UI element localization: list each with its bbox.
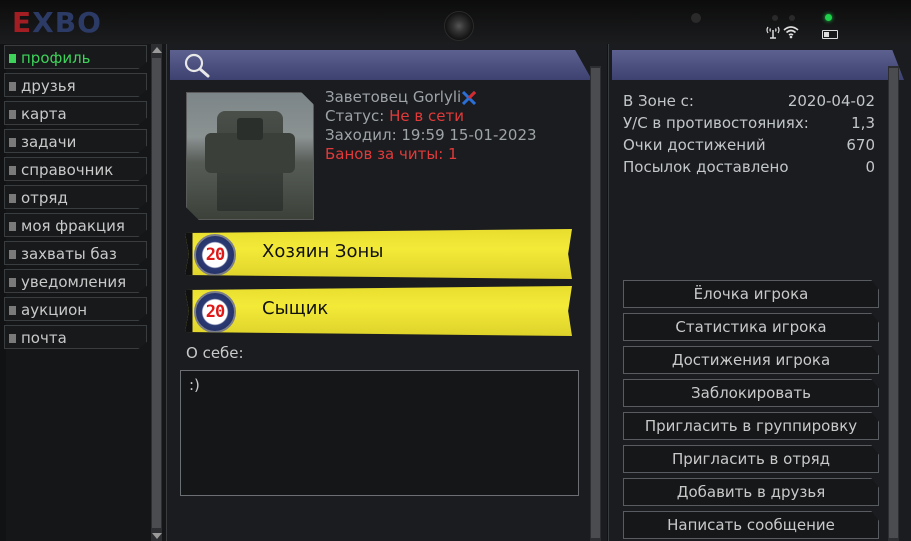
- stat-value: 0: [865, 158, 875, 176]
- bullet-icon: [9, 194, 16, 203]
- nav-item-profile[interactable]: профиль: [4, 45, 147, 69]
- bullet-icon: [9, 82, 16, 91]
- scroll-up-icon[interactable]: [152, 47, 162, 53]
- nav-item-mail[interactable]: почта: [4, 325, 147, 349]
- level-badge-icon: 20: [194, 234, 236, 276]
- nav-item-squad[interactable]: отряд: [4, 185, 147, 209]
- battery-icon: [822, 30, 838, 39]
- nav-scrollbar[interactable]: [151, 44, 162, 541]
- top-bar: EXBO: [0, 0, 911, 44]
- bullet-icon: [9, 166, 16, 175]
- nav-item-tasks[interactable]: задачи: [4, 129, 147, 153]
- bullet-icon: [9, 54, 16, 63]
- search-icon[interactable]: [183, 52, 211, 78]
- player-name: Заветовец Gorlyli: [325, 88, 477, 106]
- player-stats-button[interactable]: Статистика игрока: [623, 313, 879, 341]
- scroll-thumb[interactable]: [889, 68, 898, 538]
- bullet-icon: [9, 138, 16, 147]
- about-label: О себе:: [186, 344, 244, 362]
- send-message-button[interactable]: Написать сообщение: [623, 511, 879, 539]
- flag-icon: [462, 90, 477, 105]
- bullet-icon: [9, 222, 16, 231]
- player-status: Статус: Не в сети: [325, 107, 464, 125]
- camera-icon: [444, 11, 474, 41]
- antenna-icon: [766, 26, 780, 39]
- player-tree-button[interactable]: Ёлочка игрока: [623, 280, 879, 308]
- scroll-down-icon[interactable]: [152, 533, 162, 539]
- stat-label: Очки достижений: [623, 136, 766, 154]
- bullet-icon: [9, 334, 16, 343]
- wifi-icon: [783, 26, 799, 39]
- invite-to-squad-button[interactable]: Пригласить в отряд: [623, 445, 879, 473]
- about-text: :): [189, 376, 200, 394]
- block-button[interactable]: Заблокировать: [623, 379, 879, 407]
- indicator-dot: [789, 15, 795, 21]
- bullet-icon: [9, 278, 16, 287]
- power-led: [825, 14, 832, 21]
- scroll-thumb[interactable]: [591, 68, 600, 538]
- scroll-thumb[interactable]: [152, 58, 161, 528]
- stat-label: В Зоне с:: [623, 92, 694, 110]
- achievement-banner[interactable]: 20 Хозяин Зоны: [185, 229, 572, 279]
- stats-scrollbar[interactable]: [888, 66, 899, 541]
- bullet-icon: [9, 306, 16, 315]
- ban-count: Банов за читы: 1: [325, 145, 458, 163]
- indicator-dot: [772, 15, 778, 21]
- player-avatar: [186, 92, 314, 220]
- invite-to-faction-button[interactable]: Пригласить в группировку: [623, 412, 879, 440]
- nav-item-notifications[interactable]: уведомления: [4, 269, 147, 293]
- nav-item-reference[interactable]: справочник: [4, 157, 147, 181]
- nav-item-map[interactable]: карта: [4, 101, 147, 125]
- stat-value: 2020-04-02: [787, 92, 875, 110]
- search-header: [170, 50, 592, 80]
- add-friend-button[interactable]: Добавить в друзья: [623, 478, 879, 506]
- stat-value: 1,3: [851, 114, 875, 132]
- bullet-icon: [9, 250, 16, 259]
- profile-scrollbar[interactable]: [590, 66, 601, 541]
- stat-value: 670: [846, 136, 875, 154]
- achievement-title: Сыщик: [262, 298, 329, 319]
- last-seen: Заходил: 19:59 15-01-2023: [325, 126, 537, 144]
- sensor-dot: [691, 13, 701, 23]
- stat-label: Посылок доставлено: [623, 158, 789, 176]
- exbo-logo: EXBO: [12, 6, 102, 39]
- bullet-icon: [9, 110, 16, 119]
- achievement-banner[interactable]: 20 Сыщик: [185, 286, 572, 336]
- about-textbox: [180, 370, 579, 496]
- nav-item-base-captures[interactable]: захваты баз: [4, 241, 147, 265]
- achievement-title: Хозяин Зоны: [262, 241, 384, 262]
- level-badge-icon: 20: [194, 291, 236, 333]
- stats-header: [612, 50, 904, 80]
- nav-item-my-faction[interactable]: моя фракция: [4, 213, 147, 237]
- stat-label: У/С в противостояниях:: [623, 114, 809, 132]
- nav-item-friends[interactable]: друзья: [4, 73, 147, 97]
- nav-item-auction[interactable]: аукцион: [4, 297, 147, 321]
- player-achievements-button[interactable]: Достижения игрока: [623, 346, 879, 374]
